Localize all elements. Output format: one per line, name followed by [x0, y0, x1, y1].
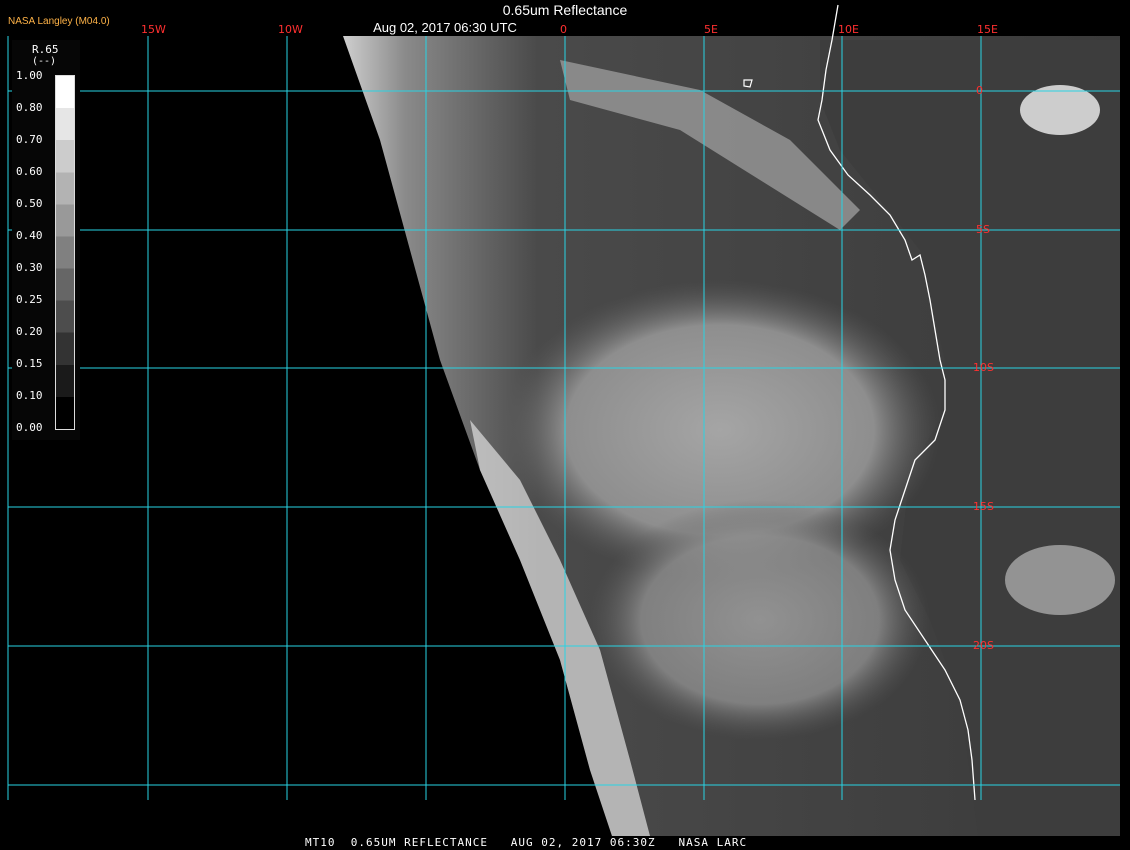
legend-tick: 0.80 [16, 101, 43, 114]
producer-credit: NASA Langley (M04.0) [8, 16, 110, 27]
lat-label-10s: 10S [973, 361, 994, 374]
lon-label-15e: 15E [977, 23, 998, 36]
legend-tick: 1.00 [16, 69, 43, 82]
legend-tick: 0.30 [16, 261, 43, 274]
legend-tick: 0.20 [16, 325, 43, 338]
lat-label-5s: 5S [976, 223, 990, 236]
legend-tick: 0.15 [16, 357, 43, 370]
lat-label-20s: 20S [973, 639, 994, 652]
legend-title: R.65 [32, 43, 59, 56]
cloud-deck-south [590, 500, 930, 740]
lon-label-5e: 5E [704, 23, 718, 36]
lon-label-15w: 15W [141, 23, 166, 36]
color-legend: R.65 (--) 1.00 0.80 0.70 0.60 0.50 0.40 0.30 0.… [12, 40, 80, 440]
lon-label-10w: 10W [278, 23, 303, 36]
lat-label-0: 0 [976, 84, 983, 97]
satellite-viewer: 0.65um Reflectance Aug 02, 2017 06:30 UT… [0, 0, 1130, 850]
legend-tick: 0.60 [16, 165, 43, 178]
legend-tick: 0.40 [16, 229, 43, 242]
legend-tick: 0.50 [16, 197, 43, 210]
lat-label-15s: 15S [973, 500, 994, 513]
image-title: 0.65um Reflectance [502, 2, 628, 18]
legend-tick: 0.10 [16, 389, 43, 402]
footer-text: MT10 0.65UM REFLECTANCE AUG 02, 2017 06:… [305, 836, 748, 849]
convective-cloud [1020, 85, 1100, 135]
legend-tick: 0.25 [16, 293, 43, 306]
satellite-image [7, 4, 1120, 836]
legend-gradient [55, 75, 75, 430]
lon-label-0: 0 [560, 23, 567, 36]
legend-tick: 0.00 [16, 421, 43, 434]
legend-unit: (--) [32, 56, 57, 67]
lon-label-10e: 10E [838, 23, 859, 36]
cloud-patch [1005, 545, 1115, 615]
legend-tick: 0.70 [16, 133, 43, 146]
